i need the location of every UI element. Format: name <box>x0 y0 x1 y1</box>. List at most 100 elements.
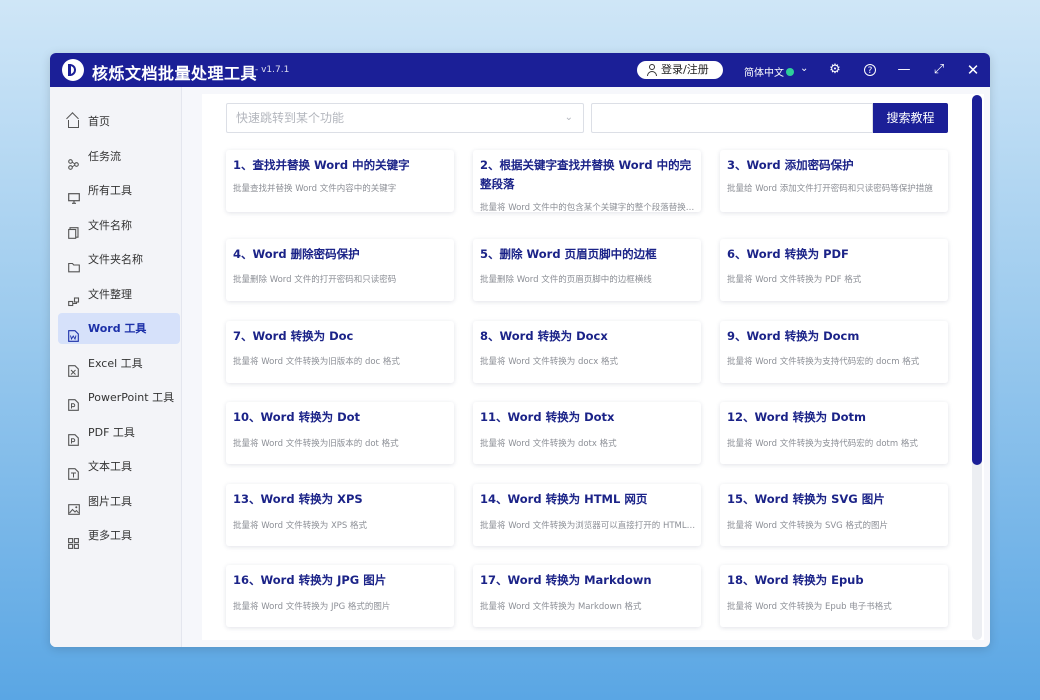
card-title: 7、Word 转换为 Doc <box>233 329 354 343</box>
card-title: 4、Word 删除密码保护 <box>233 247 360 261</box>
tool-card-word-to-jpg[interactable]: 16、Word 转换为 JPG 图片 批量将 Word 文件转换为 JPG 格式… <box>226 565 454 627</box>
organize-icon <box>68 289 80 307</box>
sidebar-item-organize[interactable]: 文件整理 <box>58 279 180 310</box>
card-desc: 批量删除 Word 文件的页眉页脚中的边框横线 <box>480 275 652 285</box>
home-icon <box>68 120 79 128</box>
sidebar-item-home[interactable]: 首页 <box>58 106 180 137</box>
tool-card-word-to-docx[interactable]: 8、Word 转换为 Docx 批量将 Word 文件转换为 docx 格式 <box>473 321 701 383</box>
scrollbar-thumb[interactable] <box>972 95 982 465</box>
quick-jump-placeholder: 快速跳转到某个功能 <box>236 111 345 125</box>
tool-card-word-to-xps[interactable]: 13、Word 转换为 XPS 批量将 Word 文件转换为 XPS 格式 <box>226 484 454 546</box>
tool-card-add-password[interactable]: 3、Word 添加密码保护 批量给 Word 添加文件打开密码和只读密码等保护措… <box>720 150 948 212</box>
app-logo-icon <box>62 59 84 81</box>
tool-card-word-to-dotx[interactable]: 11、Word 转换为 Dotx 批量将 Word 文件转换为 dotx 格式 <box>473 402 701 464</box>
card-title: 12、Word 转换为 Dotm <box>727 410 867 424</box>
card-desc: 批量将 Word 文件转换为 Markdown 格式 <box>480 602 642 612</box>
card-title: 16、Word 转换为 JPG 图片 <box>233 573 387 587</box>
card-desc: 批量将 Word 文件转换为支持代码宏的 dotm 格式 <box>727 439 918 449</box>
sidebar-item-label: 更多工具 <box>88 529 132 542</box>
sidebar-item-excel-tools[interactable]: Excel 工具 <box>58 348 180 379</box>
tool-card-word-to-dotm[interactable]: 12、Word 转换为 Dotm 批量将 Word 文件转换为支持代码宏的 do… <box>720 402 948 464</box>
card-desc: 批量将 Word 文件转换为支持代码宏的 docm 格式 <box>727 357 920 367</box>
card-title: 18、Word 转换为 Epub <box>727 573 864 587</box>
card-title: 8、Word 转换为 Docx <box>480 329 608 343</box>
minimize-icon[interactable]: — <box>895 61 913 79</box>
tool-card-word-to-markdown[interactable]: 17、Word 转换为 Markdown 批量将 Word 文件转换为 Mark… <box>473 565 701 627</box>
user-icon <box>647 64 657 76</box>
card-title: 5、删除 Word 页眉页脚中的边框 <box>480 247 657 261</box>
sidebar-item-label: 图片工具 <box>88 495 132 508</box>
card-desc: 批量将 Word 文件中的包含某个关键字的整个段落替换为新的内容 <box>480 203 696 213</box>
search-input[interactable] <box>591 103 873 133</box>
monitor-icon <box>68 185 80 204</box>
sidebar-item-all-tools[interactable]: 所有工具 <box>58 175 180 206</box>
tool-card-word-to-html[interactable]: 14、Word 转换为 HTML 网页 批量将 Word 文件转换为浏览器可以直… <box>473 484 701 546</box>
sidebar-item-label: Excel 工具 <box>88 357 143 370</box>
card-title: 13、Word 转换为 XPS <box>233 492 363 506</box>
card-title: 2、根据关键字查找并替换 Word 中的完整段落 <box>480 158 692 191</box>
card-title: 14、Word 转换为 HTML 网页 <box>480 492 648 506</box>
tool-card-find-replace-keyword[interactable]: 1、查找并替换 Word 中的关键字 批量查找并替换 Word 文件内容中的关键… <box>226 150 454 212</box>
close-icon[interactable]: ✕ <box>964 61 982 79</box>
tool-card-word-to-svg[interactable]: 15、Word 转换为 SVG 图片 批量将 Word 文件转换为 SVG 格式… <box>720 484 948 546</box>
sidebar-item-label: PowerPoint 工具 <box>88 391 175 404</box>
ppt-icon <box>68 392 79 411</box>
main-content: 快速跳转到某个功能 ⌄ 搜索教程 1、查找并替换 Word 中的关键字 批量查找… <box>202 94 984 640</box>
language-selector[interactable]: 简体中文 <box>744 64 794 79</box>
sidebar-item-label: 所有工具 <box>88 184 132 197</box>
card-desc: 批量删除 Word 文件的打开密码和只读密码 <box>233 275 397 285</box>
login-button[interactable]: 登录/注册 <box>637 61 723 79</box>
sidebar-item-label: 文件整理 <box>88 288 132 301</box>
sidebar-item-workflow[interactable]: 任务流 <box>58 141 180 172</box>
sidebar-item-folder-name[interactable]: 文件夹名称 <box>58 244 180 275</box>
folder-icon <box>68 254 80 273</box>
card-desc: 批量将 Word 文件转换为浏览器可以直接打开的 HTML 网页格式 <box>480 521 696 531</box>
login-label: 登录/注册 <box>661 63 709 76</box>
tool-card-replace-paragraph[interactable]: 2、根据关键字查找并替换 Word 中的完整段落 批量将 Word 文件中的包含… <box>473 150 701 213</box>
card-desc: 批量将 Word 文件转换为 Epub 电子书格式 <box>727 602 892 612</box>
title-bar: 核烁文档批量处理工具 - v1.7.1 登录/注册 简体中文 ⌄ ⚙ ? — ⤢… <box>50 53 990 87</box>
tool-card-word-to-doc[interactable]: 7、Word 转换为 Doc 批量将 Word 文件转换为旧版本的 doc 格式 <box>226 321 454 383</box>
sidebar-item-file-name[interactable]: 文件名称 <box>58 210 180 241</box>
tool-card-word-to-docm[interactable]: 9、Word 转换为 Docm 批量将 Word 文件转换为支持代码宏的 doc… <box>720 321 948 383</box>
card-desc: 批量将 Word 文件转换为旧版本的 doc 格式 <box>233 357 400 367</box>
workflow-icon <box>68 151 79 170</box>
sidebar-item-label: 文件名称 <box>88 219 132 232</box>
sidebar-item-label: Word 工具 <box>88 322 147 335</box>
quick-jump-select[interactable]: 快速跳转到某个功能 ⌄ <box>226 103 584 133</box>
sidebar-item-label: PDF 工具 <box>88 426 135 439</box>
tool-card-remove-password[interactable]: 4、Word 删除密码保护 批量删除 Word 文件的打开密码和只读密码 <box>226 239 454 301</box>
card-title: 11、Word 转换为 Dotx <box>480 410 615 424</box>
tool-card-word-to-epub[interactable]: 18、Word 转换为 Epub 批量将 Word 文件转换为 Epub 电子书… <box>720 565 948 627</box>
sidebar-item-label: 文件夹名称 <box>88 253 143 266</box>
sidebar-item-text-tools[interactable]: 文本工具 <box>58 451 180 482</box>
card-desc: 批量将 Word 文件转换为 docx 格式 <box>480 357 618 367</box>
help-icon[interactable]: ? <box>861 61 879 79</box>
sidebar-item-powerpoint-tools[interactable]: PowerPoint 工具 <box>58 382 180 413</box>
sidebar-item-word-tools[interactable]: Word 工具 <box>58 313 180 344</box>
card-desc: 批量将 Word 文件转换为 JPG 格式的图片 <box>233 602 391 612</box>
app-window: 核烁文档批量处理工具 - v1.7.1 登录/注册 简体中文 ⌄ ⚙ ? — ⤢… <box>50 53 990 647</box>
app-title: 核烁文档批量处理工具 <box>92 64 258 83</box>
tool-card-word-to-pdf[interactable]: 6、Word 转换为 PDF 批量将 Word 文件转换为 PDF 格式 <box>720 239 948 301</box>
maximize-icon[interactable]: ⤢ <box>930 61 948 79</box>
card-desc: 批量查找并替换 Word 文件内容中的关键字 <box>233 184 397 194</box>
tool-card-remove-header-border[interactable]: 5、删除 Word 页眉页脚中的边框 批量删除 Word 文件的页眉页脚中的边框… <box>473 239 701 301</box>
sidebar-item-label: 文本工具 <box>88 460 132 473</box>
app-version: - v1.7.1 <box>255 65 290 75</box>
more-icon <box>68 530 79 549</box>
globe-icon <box>786 68 794 76</box>
sidebar-item-image-tools[interactable]: 图片工具 <box>58 486 180 517</box>
chevron-down-icon: ⌄ <box>564 112 573 123</box>
card-title: 3、Word 添加密码保护 <box>727 158 854 172</box>
card-desc: 批量将 Word 文件转换为旧版本的 dot 格式 <box>233 439 399 449</box>
tool-card-word-to-dot[interactable]: 10、Word 转换为 Dot 批量将 Word 文件转换为旧版本的 dot 格… <box>226 402 454 464</box>
search-tutorial-button[interactable]: 搜索教程 <box>873 103 948 133</box>
settings-gear-icon[interactable]: ⚙ <box>826 61 844 79</box>
sidebar-item-pdf-tools[interactable]: PDF 工具 <box>58 417 180 448</box>
chevron-down-icon[interactable]: ⌄ <box>800 63 808 74</box>
card-title: 10、Word 转换为 Dot <box>233 410 361 424</box>
sidebar-item-more-tools[interactable]: 更多工具 <box>58 520 180 551</box>
language-label: 简体中文 <box>744 68 784 79</box>
excel-icon <box>68 358 79 377</box>
